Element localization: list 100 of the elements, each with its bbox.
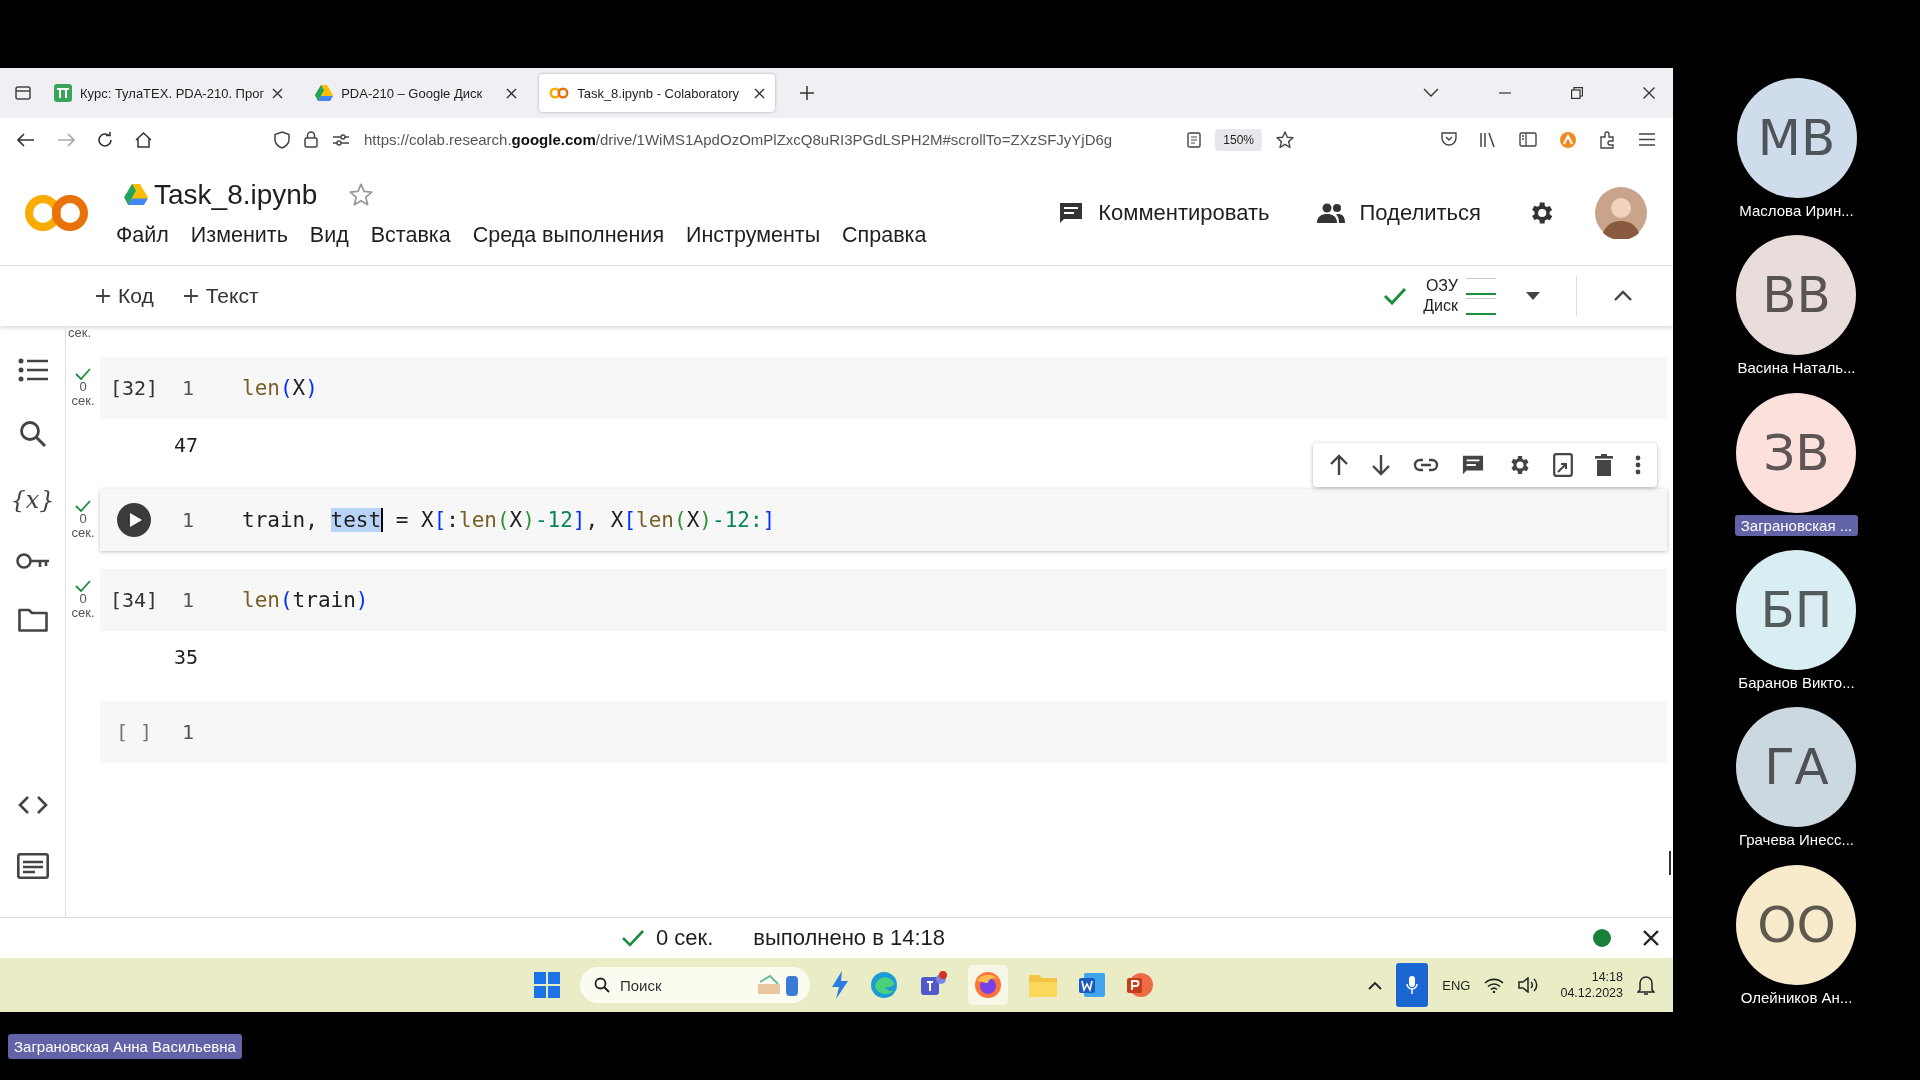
plus-icon — [183, 289, 198, 303]
close-icon[interactable] — [1643, 87, 1655, 99]
participant-name: Маслова Ирин... — [1738, 201, 1855, 221]
edge-icon[interactable] — [870, 971, 898, 999]
avatar-icon[interactable] — [1595, 187, 1647, 239]
microphone-button[interactable] — [1396, 963, 1429, 1007]
presenter-name: Заграновская Анна Васильевна — [8, 1033, 242, 1059]
lightning-app-icon[interactable] — [830, 971, 850, 999]
code-line[interactable]: len(X) — [242, 376, 318, 400]
plus-icon — [96, 289, 110, 303]
browser-tab[interactable]: PDA-210 – Google Диск — [305, 74, 528, 112]
clock-date[interactable]: 04.12.2023 — [1560, 985, 1623, 1002]
star-icon[interactable] — [1276, 130, 1294, 149]
zoom-level-button[interactable]: 150% — [1215, 128, 1262, 151]
permissions-icon[interactable] — [332, 132, 350, 147]
word-icon[interactable] — [1078, 971, 1106, 999]
url-field[interactable]: https://colab.research.google.com/drive/1WiMS1ApdOzOmPlZxcQ8uRI3PGdLSPH2M#scrollTo=ZXzSFJyYjD6g — [364, 131, 1113, 148]
puzzle-icon[interactable] — [1599, 130, 1617, 149]
comment-icon[interactable] — [1461, 454, 1485, 476]
code-line[interactable]: len(train) — [242, 588, 369, 612]
reader-icon[interactable] — [1187, 131, 1202, 148]
browser-tab[interactable]: Курс: ТулаТЕХ. PDA-210. Прог — [44, 74, 294, 112]
menu-item[interactable]: Вид — [309, 222, 349, 248]
colab-icon — [549, 87, 570, 99]
home-icon[interactable] — [135, 131, 152, 148]
add-cell-button[interactable]: Код — [94, 280, 156, 312]
lock-icon[interactable] — [304, 131, 318, 148]
firefox-icon — [974, 971, 1002, 999]
menu-item[interactable]: Файл — [116, 222, 169, 248]
clock-time[interactable]: 14:18 — [1591, 968, 1623, 985]
powerpoint-icon[interactable] — [1126, 971, 1154, 999]
taskbar-search-field[interactable]: Поиск — [580, 967, 810, 1003]
chevron-up-icon[interactable] — [1368, 980, 1383, 990]
close-icon[interactable] — [754, 87, 766, 99]
drive-icon[interactable] — [124, 184, 148, 205]
wifi-icon[interactable] — [1484, 977, 1505, 993]
arrow-up-icon[interactable] — [1329, 454, 1349, 476]
run-button[interactable] — [117, 503, 151, 537]
code-cell[interactable]: [32] 1 len(X) — [100, 357, 1667, 419]
trash-icon[interactable] — [1595, 454, 1613, 476]
execution-time: 0 сек. — [656, 925, 714, 951]
terminal-icon[interactable] — [16, 853, 49, 879]
execution-count[interactable]: [34] — [109, 588, 159, 612]
close-icon[interactable] — [506, 87, 518, 99]
menu-icon[interactable] — [1639, 133, 1655, 146]
table-of-contents-icon[interactable] — [17, 358, 48, 382]
menu-item[interactable]: Среда выполнения — [472, 222, 665, 248]
line-number: 1 — [182, 508, 196, 532]
star-icon[interactable] — [349, 182, 374, 207]
resource-meter[interactable]: ОЗУ Диск — [1423, 277, 1496, 315]
code-cell[interactable]: [ ] 1 — [100, 701, 1667, 763]
reload-icon[interactable] — [97, 131, 113, 148]
notebook-title[interactable]: Task_8.ipynb — [154, 178, 318, 211]
link-icon[interactable] — [1413, 458, 1439, 472]
execution-count[interactable]: [32] — [109, 376, 159, 400]
check-icon — [622, 929, 644, 947]
firefox-button[interactable] — [968, 965, 1008, 1005]
participant-name: Заграновская ... — [1734, 514, 1859, 536]
windows-icon[interactable] — [534, 972, 560, 998]
notification-icon[interactable] — [1637, 975, 1655, 995]
search-icon[interactable] — [18, 420, 47, 448]
caret-icon[interactable] — [1526, 292, 1540, 300]
new-tab-icon[interactable] — [799, 85, 816, 101]
key-icon[interactable] — [15, 552, 50, 570]
colab-logo[interactable] — [24, 193, 90, 233]
volume-icon[interactable] — [1518, 977, 1539, 993]
share-button[interactable]: Поделиться — [1315, 194, 1481, 232]
arrow-down-icon[interactable] — [1371, 454, 1391, 476]
restore-icon[interactable] — [1571, 87, 1583, 99]
menu-item[interactable]: Изменить — [190, 222, 288, 248]
menu-item[interactable]: Вставка — [370, 222, 451, 248]
tab-list-icon[interactable] — [14, 84, 32, 102]
menu-item[interactable]: Справка — [842, 222, 927, 248]
search-icon — [594, 977, 610, 993]
library-icon[interactable] — [1479, 131, 1497, 148]
course-icon — [54, 84, 72, 102]
line-number: 1 — [182, 588, 196, 612]
code-icon[interactable] — [17, 795, 48, 815]
more-icon[interactable] — [1635, 455, 1641, 475]
back-icon[interactable] — [17, 132, 35, 147]
code-cell[interactable]: [34] 1 len(train) — [100, 569, 1667, 631]
sidebar-icon[interactable] — [1519, 132, 1537, 147]
folder-icon[interactable] — [17, 608, 48, 632]
collapse-icon[interactable] — [1613, 290, 1633, 302]
pocket-icon[interactable] — [1441, 132, 1457, 147]
close-icon[interactable] — [272, 87, 284, 99]
language-indicator[interactable]: ENG — [1442, 977, 1471, 993]
variables-button[interactable]: {x} — [10, 486, 55, 514]
menu-item[interactable]: Инструменты — [686, 222, 821, 248]
execution-time: сек. — [68, 326, 93, 339]
participant-name: Баранов Викто... — [1737, 673, 1856, 693]
browser-tab[interactable]: Task_8.ipynb - Colaboratory — [539, 74, 776, 112]
shield-icon[interactable] — [274, 130, 290, 149]
code-line[interactable]: train, test = X[:len(X)-12], X[len(X)-12:] — [242, 508, 776, 532]
chevron-down-icon[interactable] — [1423, 88, 1439, 98]
comment-button[interactable]: Комментировать — [1058, 194, 1270, 232]
close-icon[interactable] — [1643, 930, 1659, 946]
mirror-cell-icon[interactable] — [1553, 453, 1573, 477]
add-cell-button[interactable]: Текст — [181, 280, 261, 312]
execution-count[interactable]: [ ] — [115, 720, 153, 744]
